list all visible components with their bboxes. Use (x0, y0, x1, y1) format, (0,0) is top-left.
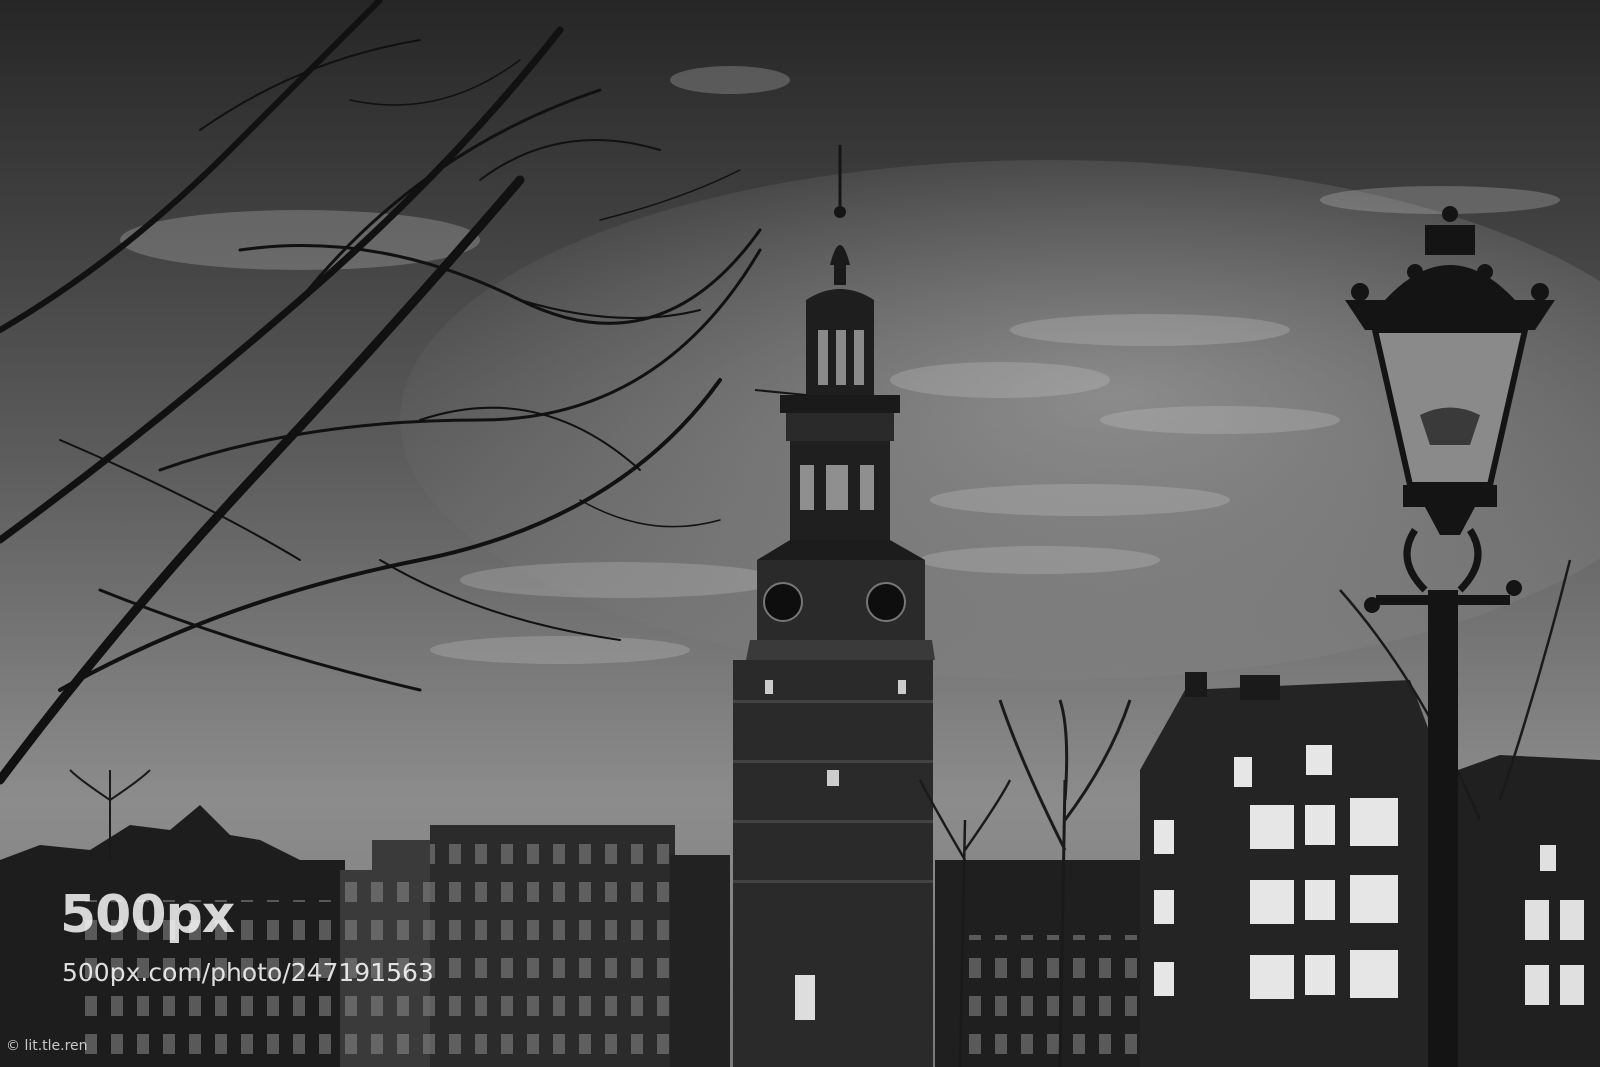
watermark-logo: 500px (60, 885, 235, 945)
clock-face-right (866, 582, 906, 622)
photo-credit: © lit.tle.ren (6, 1038, 88, 1054)
watermark-url: 500px.com/photo/247191563 (62, 958, 434, 987)
scene (0, 0, 1600, 1067)
photo: 500px 500px.com/photo/247191563 © lit.tl… (0, 0, 1600, 1067)
clock-face-left (763, 582, 803, 622)
